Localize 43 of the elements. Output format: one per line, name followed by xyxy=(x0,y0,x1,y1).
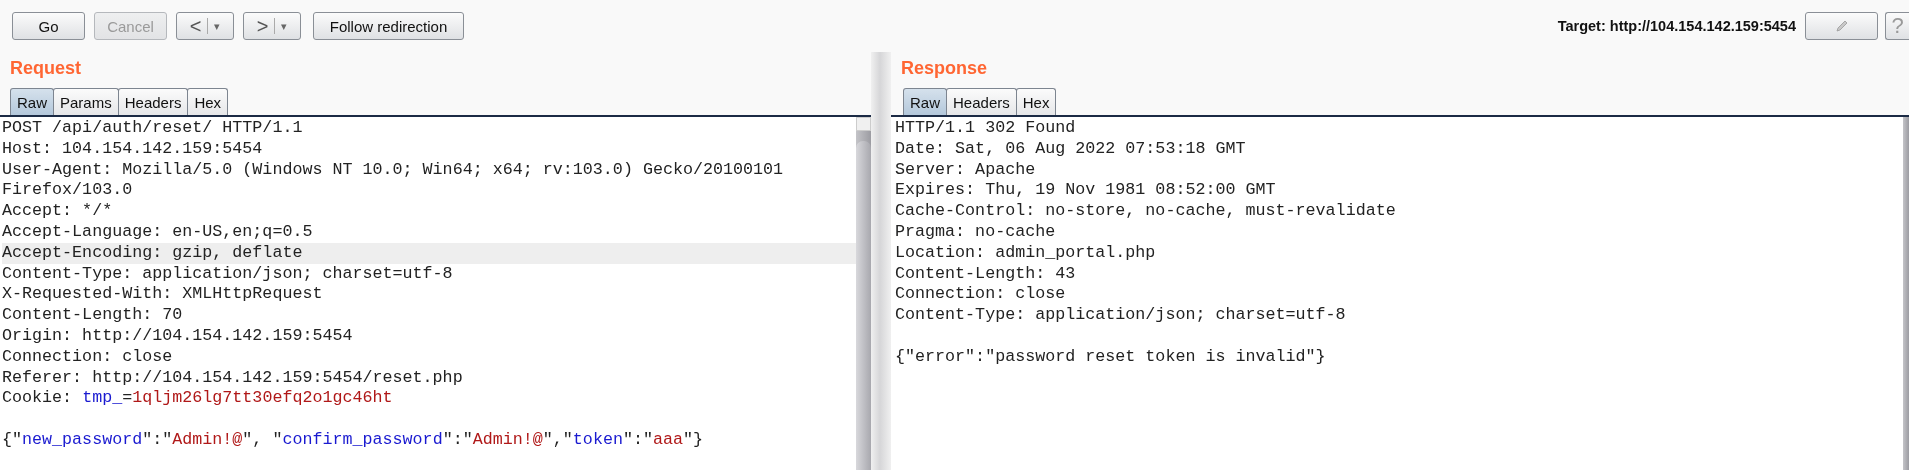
code-line: Origin: http://104.154.142.159:5454 xyxy=(2,325,354,347)
edit-button[interactable] xyxy=(1805,12,1878,40)
pane-title: Request xyxy=(9,57,82,80)
tab[interactable]: Headers xyxy=(117,88,189,115)
code-line: POST /api/auth/reset/ HTTP/1.1 xyxy=(2,118,304,139)
code-line: Date: Sat, 06 Aug 2022 07:53:18 GMT xyxy=(895,138,1247,160)
tab[interactable]: Headers xyxy=(946,88,1017,115)
code-line: Content-Length: 70 xyxy=(2,305,184,326)
target-label: Target: http://104.154.142.159:5454 xyxy=(1557,18,1796,34)
code-line: Server: Apache xyxy=(895,159,1037,181)
code-line: Accept-Language: en-US,en;q=0.5 xyxy=(2,222,314,243)
code-line: Cache-Control: no-store, no-cache, must-revalidate xyxy=(895,201,1397,222)
code-line: Referer: http://104.154.142.159:5454/reset.php xyxy=(2,367,464,389)
code-line: X-Requested-With: XMLHttpRequest xyxy=(2,284,324,306)
tab[interactable]: Raw xyxy=(10,88,54,115)
tab[interactable]: Hex xyxy=(1015,88,1057,115)
follow-redirection-button[interactable]: Follow redirection xyxy=(313,12,464,40)
code-line: Pragma: no-cache xyxy=(895,222,1057,243)
back-button[interactable]: < ▾ xyxy=(176,12,234,40)
code-line: HTTP/1.1 302 Found xyxy=(895,118,1077,139)
code-line: Expires: Thu, 19 Nov 1981 08:52:00 GMT xyxy=(895,180,1277,202)
code-line: User-Agent: Mozilla/5.0 (Windows NT 10.0; Win64; x64; rv:103.0) Gecko/20100101 xyxy=(2,159,785,181)
code-line: {"new_password":"Admin!@", "confirm_password":"Admin!@","token":"aaa"} xyxy=(2,429,705,451)
tab[interactable]: Params xyxy=(53,88,119,115)
code-line: Firefox/103.0 xyxy=(2,180,134,202)
code-line: Accept: */* xyxy=(2,201,114,222)
tab[interactable]: Hex xyxy=(187,88,229,115)
code-line: Cookie: tmp_=1qljm26lg7tt30efq2o1gc46ht xyxy=(2,388,394,410)
pane-splitter[interactable] xyxy=(871,52,891,470)
code-line: Content-Length: 43 xyxy=(895,263,1077,285)
pencil-icon xyxy=(1833,18,1850,34)
code-line: Location: admin_portal.php xyxy=(895,242,1157,264)
tab[interactable]: Raw xyxy=(903,88,947,115)
pane-title: Response xyxy=(900,57,989,80)
scrollbar[interactable] xyxy=(1903,117,1909,470)
code-line: Content-Type: application/json; charset=utf-8 xyxy=(895,305,1347,326)
code-line: Content-Type: application/json; charset=utf-8 xyxy=(2,263,454,285)
code-line: Host: 104.154.142.159:5454 xyxy=(2,138,264,160)
code-line: Connection: close xyxy=(895,284,1067,306)
code-line: Connection: close xyxy=(2,346,174,368)
forward-button[interactable]: > ▾ xyxy=(243,12,301,40)
go-button[interactable]: Go xyxy=(12,12,85,40)
code-line: {"error":"password reset token is invalid"} xyxy=(895,346,1327,368)
